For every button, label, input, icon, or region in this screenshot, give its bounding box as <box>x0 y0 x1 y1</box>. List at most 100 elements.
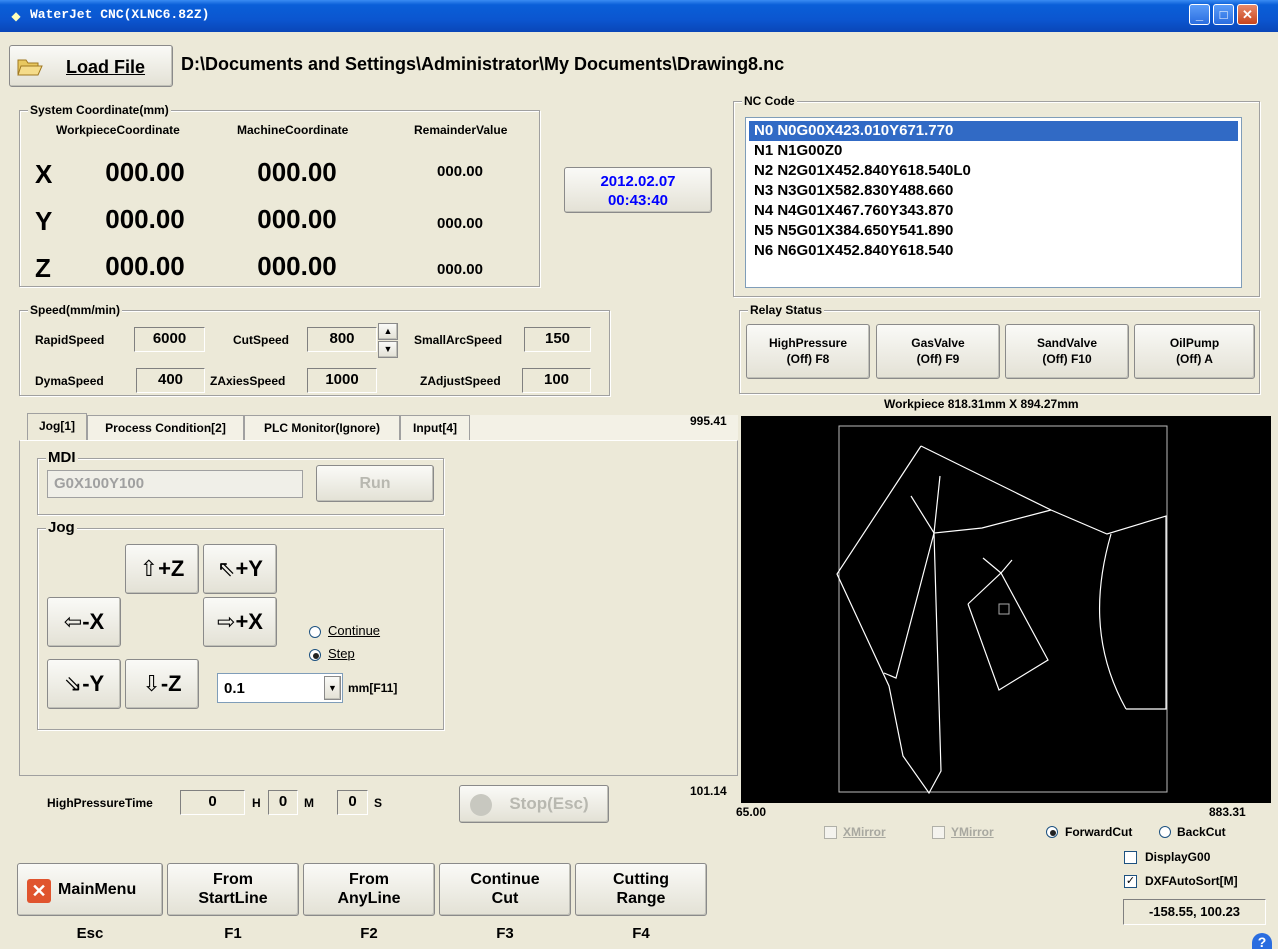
forward-cut-label: ForwardCut <box>1065 825 1133 839</box>
date-time-display: 2012.02.07 00:43:40 <box>564 167 712 213</box>
stop-label: Stop(Esc) <box>509 794 589 813</box>
load-file-button[interactable]: Load File <box>9 45 173 87</box>
hours-field: 0 <box>180 790 245 815</box>
back-cut-label: BackCut <box>1177 825 1226 839</box>
toolpath-canvas[interactable] <box>741 416 1271 803</box>
jog-z-minus-button[interactable]: ⇩-Z <box>125 659 199 709</box>
back-cut-radio[interactable] <box>1159 826 1171 838</box>
workpiece-size: Workpiece 818.31mm X 894.27mm <box>884 397 1079 411</box>
minutes-field: 0 <box>268 790 298 815</box>
y-mirror-checkbox[interactable] <box>932 826 945 839</box>
jog-y-plus-button[interactable]: ⇖+Y <box>203 544 277 594</box>
seconds-unit: S <box>374 796 383 810</box>
gas-valve-label: GasValve <box>911 336 965 350</box>
maximize-button[interactable]: □ <box>1213 4 1234 25</box>
small-arc-speed-label: SmallArcSpeed <box>414 333 503 347</box>
from-any-line-label-2: AnyLine <box>337 890 401 907</box>
workpiece-coordinate-header: WorkpieceCoordinate <box>56 123 180 137</box>
jog-x-minus-label: -X <box>82 609 105 634</box>
jog-y-plus-label: +Y <box>235 556 263 581</box>
nc-line[interactable]: N6 N6G01X452.840Y618.540 <box>749 241 1238 261</box>
y-axis-label: Y <box>35 206 53 236</box>
minimize-button[interactable]: _ <box>1189 4 1210 25</box>
canvas-background <box>741 416 1271 803</box>
y-machine-value: 000.00 <box>257 204 337 234</box>
from-any-line-button[interactable]: From AnyLine <box>303 863 435 916</box>
z-axis-speed-label: ZAxiesSpeed <box>210 374 286 388</box>
cut-speed-down-button[interactable]: ▼ <box>378 341 398 358</box>
chevron-down-icon[interactable]: ▼ <box>324 676 341 700</box>
z-remainder-value: 000.00 <box>437 261 483 278</box>
arrow-down-icon: ⇩ <box>142 671 161 696</box>
tab-plc-monitor[interactable]: PLC Monitor(Ignore) <box>244 415 400 440</box>
step-label: Step <box>328 646 355 661</box>
nc-line[interactable]: N0 N0G00X423.010Y671.770 <box>749 121 1238 141</box>
tab-jog[interactable]: Jog[1] <box>27 413 87 440</box>
jog-z-plus-label: +Z <box>158 556 185 581</box>
jog-y-minus-button[interactable]: ⇘-Y <box>47 659 121 709</box>
nc-line[interactable]: N2 N2G01X452.840Y618.540L0 <box>749 161 1238 181</box>
tab-process-condition[interactable]: Process Condition[2] <box>87 415 244 440</box>
high-pressure-state: (Off) F8 <box>786 352 830 366</box>
high-pressure-button[interactable]: HighPressure (Off) F8 <box>746 324 870 379</box>
arrow-up-icon: ⇧ <box>139 556 159 581</box>
close-button[interactable]: ✕ <box>1237 4 1258 25</box>
forward-cut-radio[interactable] <box>1046 826 1058 838</box>
z-axis-speed-field: 1000 <box>307 368 377 393</box>
continue-cut-label-1: Continue <box>470 871 540 888</box>
display-g00-checkbox[interactable] <box>1124 851 1137 864</box>
jog-z-minus-label: -Z <box>160 671 182 696</box>
step-size-value: 0.1 <box>224 680 245 697</box>
app-icon: ◆ <box>11 9 21 23</box>
nc-line[interactable]: N3 N3G01X582.830Y488.660 <box>749 181 1238 201</box>
date-text: 2012.02.07 <box>600 173 676 190</box>
x-workpiece-value: 000.00 <box>105 157 185 187</box>
nc-line[interactable]: N1 N1G00Z0 <box>749 141 1238 161</box>
machine-coordinate-header: MachineCoordinate <box>237 123 349 137</box>
sand-valve-state: (Off) F10 <box>1042 352 1092 366</box>
sand-valve-button[interactable]: SandValve (Off) F10 <box>1005 324 1129 379</box>
shortcut-f2: F2 <box>360 925 378 942</box>
dxf-auto-sort-checkbox[interactable]: ✓ <box>1124 875 1137 888</box>
step-radio[interactable] <box>309 649 321 661</box>
y-workpiece-value: 000.00 <box>105 204 185 234</box>
cutting-range-button[interactable]: Cutting Range <box>575 863 707 916</box>
load-file-label: Load File <box>66 57 146 77</box>
tab-input[interactable]: Input[4] <box>400 415 470 440</box>
shortcut-f1: F1 <box>224 925 242 942</box>
z-machine-value: 000.00 <box>257 251 337 281</box>
continue-radio[interactable] <box>309 626 321 638</box>
continue-label: Continue <box>328 623 381 638</box>
mdi-run-button[interactable]: Run <box>316 465 434 502</box>
main-menu-button[interactable]: ✕ MainMenu <box>17 863 163 916</box>
shortcut-f4: F4 <box>632 925 650 942</box>
nc-line[interactable]: N5 N5G01X384.650Y541.890 <box>749 221 1238 241</box>
jog-z-plus-button[interactable]: ⇧+Z <box>125 544 199 594</box>
jog-legend: Jog <box>46 519 77 536</box>
gas-valve-button[interactable]: GasValve (Off) F9 <box>876 324 1000 379</box>
help-icon[interactable]: ? <box>1252 933 1272 949</box>
nc-line[interactable]: N4 N4G01X467.760Y343.870 <box>749 201 1238 221</box>
oil-pump-button[interactable]: OilPump (Off) A <box>1134 324 1255 379</box>
x-max-label: 883.31 <box>1209 805 1246 819</box>
window-title: WaterJet CNC(XLNC6.82Z) <box>30 7 210 22</box>
step-size-select[interactable]: 0.1 ▼ <box>217 673 343 703</box>
dxf-auto-sort-label: DXFAutoSort[M] <box>1145 874 1238 888</box>
stop-button[interactable]: Stop(Esc) <box>459 785 609 823</box>
oil-pump-label: OilPump <box>1169 336 1220 350</box>
from-start-line-button[interactable]: From StartLine <box>167 863 299 916</box>
mdi-input[interactable]: G0X100Y100 <box>47 470 303 498</box>
high-pressure-time-label: HighPressureTime <box>47 796 153 810</box>
cut-speed-up-button[interactable]: ▲ <box>378 323 398 340</box>
gas-valve-state: (Off) F9 <box>916 352 960 366</box>
from-any-line-label-1: From <box>349 871 389 888</box>
continue-cut-button[interactable]: Continue Cut <box>439 863 571 916</box>
x-mirror-checkbox[interactable] <box>824 826 837 839</box>
dyma-speed-label: DymaSpeed <box>35 374 104 388</box>
arrow-diagonal-up-icon: ⇖ <box>217 556 236 581</box>
jog-x-minus-button[interactable]: ⇦-X <box>47 597 121 647</box>
jog-x-plus-button[interactable]: ⇨+X <box>203 597 277 647</box>
seconds-field: 0 <box>337 790 368 815</box>
folder-open-icon <box>17 59 43 76</box>
nc-code-list[interactable]: N0 N0G00X423.010Y671.770 N1 N1G00Z0 N2 N… <box>745 117 1242 288</box>
